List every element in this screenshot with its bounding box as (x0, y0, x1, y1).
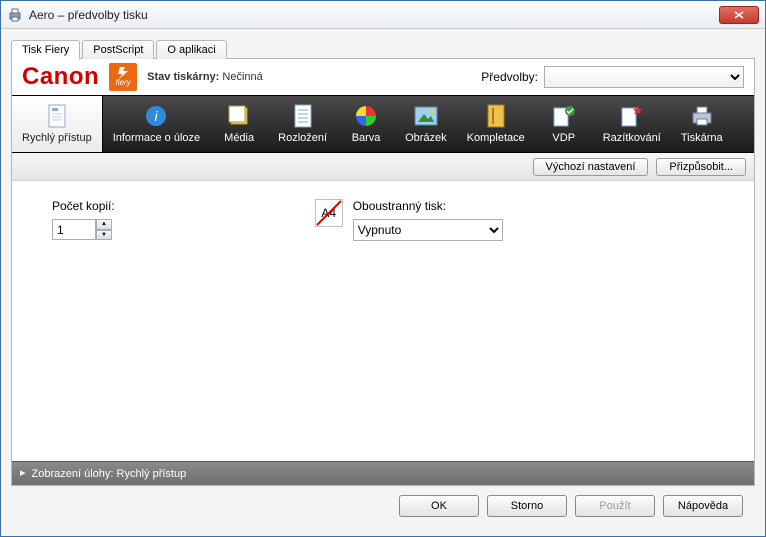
status-label: Stav tiskárny: (147, 71, 219, 83)
tab-tisk-fiery[interactable]: Tisk Fiery (11, 40, 80, 60)
ribbon-toolbar: Rychlý přístup i Informace o úloze Média… (12, 95, 754, 153)
copies-label: Počet kopií: (52, 199, 115, 213)
document-icon (45, 104, 69, 128)
settings-subbar: Výchozí nastavení Přizpůsobit... (12, 153, 754, 181)
fiery-text: fiery (116, 79, 131, 87)
titlebar: Aero – předvolby tisku (1, 1, 765, 29)
ribbon-label: VDP (552, 132, 575, 144)
close-button[interactable] (719, 6, 759, 24)
ribbon-color[interactable]: Barva (337, 96, 395, 152)
image-icon (414, 104, 438, 128)
tab-postscript[interactable]: PostScript (82, 40, 154, 59)
ribbon-label: Tiskárna (681, 132, 723, 144)
ribbon-label: Kompletace (467, 132, 525, 144)
ribbon-label: Rozložení (278, 132, 327, 144)
duplex-label: Oboustranný tisk: (353, 199, 503, 213)
print-preferences-window: Aero – předvolby tisku Tisk Fiery PostSc… (0, 0, 766, 537)
duplex-field: A4 Oboustranný tisk: Vypnuto (315, 199, 503, 241)
canon-logo: Canon (22, 63, 99, 91)
layout-icon (291, 104, 315, 128)
brand-bar: Canon fiery Stav tiskárny: Nečinná Předv… (12, 59, 754, 95)
vdp-icon (552, 104, 576, 128)
printer-status: Stav tiskárny: Nečinná (147, 71, 263, 83)
color-wheel-icon (354, 104, 378, 128)
ribbon-label: Obrázek (405, 132, 447, 144)
stamp-icon (620, 104, 644, 128)
presets-group: Předvolby: (481, 66, 744, 88)
media-icon (227, 104, 251, 128)
ribbon-label: Rychlý přístup (22, 132, 92, 144)
fiery-logo: fiery (109, 63, 137, 91)
status-value: Nečinná (222, 71, 262, 83)
tab-panel: Canon fiery Stav tiskárny: Nečinná Předv… (11, 58, 755, 486)
ribbon-stamping[interactable]: Razítkování (593, 96, 671, 152)
window-title: Aero – předvolby tisku (29, 8, 719, 22)
ribbon-label: Média (224, 132, 254, 144)
tabstrip: Tisk Fiery PostScript O aplikaci (11, 37, 755, 59)
customize-button[interactable]: Přizpůsobit... (656, 158, 746, 176)
expand-arrow-icon: ▸ (20, 466, 26, 479)
ribbon-label: Informace o úloze (113, 132, 200, 144)
defaults-button[interactable]: Výchozí nastavení (533, 158, 649, 176)
ribbon-printer[interactable]: Tiskárna (671, 96, 733, 152)
duplex-select[interactable]: Vypnuto (353, 219, 503, 241)
copies-down-button[interactable]: ▼ (96, 230, 112, 241)
printer-device-icon (690, 104, 714, 128)
duplex-off-icon: A4 (315, 199, 343, 227)
ok-button[interactable]: OK (399, 495, 479, 517)
footer-text: Zobrazení úlohy: Rychlý přístup (32, 468, 187, 480)
printer-icon (7, 7, 23, 23)
ribbon-image[interactable]: Obrázek (395, 96, 457, 152)
ribbon-vdp[interactable]: VDP (535, 96, 593, 152)
ribbon-label: Barva (352, 132, 381, 144)
finishing-icon (484, 104, 508, 128)
copies-field: Počet kopií: ▲ ▼ (52, 199, 115, 241)
ribbon-job-info[interactable]: i Informace o úloze (103, 96, 210, 152)
apply-button[interactable]: Použít (575, 495, 655, 517)
ribbon-media[interactable]: Média (210, 96, 268, 152)
client-area: Tisk Fiery PostScript O aplikaci Canon f… (1, 29, 765, 536)
presets-select[interactable] (544, 66, 744, 88)
copies-up-button[interactable]: ▲ (96, 219, 112, 230)
ribbon-finishing[interactable]: Kompletace (457, 96, 535, 152)
cancel-button[interactable]: Storno (487, 495, 567, 517)
tab-o-aplikaci[interactable]: O aplikaci (156, 40, 226, 59)
ribbon-quick-access[interactable]: Rychlý přístup (12, 96, 103, 152)
ribbon-layout[interactable]: Rozložení (268, 96, 337, 152)
quick-access-content: Počet kopií: ▲ ▼ A4 (12, 181, 754, 461)
ribbon-label: Razítkování (603, 132, 661, 144)
copies-input[interactable] (52, 219, 96, 240)
job-view-footer[interactable]: ▸ Zobrazení úlohy: Rychlý přístup (12, 461, 754, 485)
info-icon: i (144, 104, 168, 128)
help-button[interactable]: Nápověda (663, 495, 743, 517)
dialog-button-bar: OK Storno Použít Nápověda (11, 486, 755, 526)
presets-label: Předvolby: (481, 70, 538, 84)
